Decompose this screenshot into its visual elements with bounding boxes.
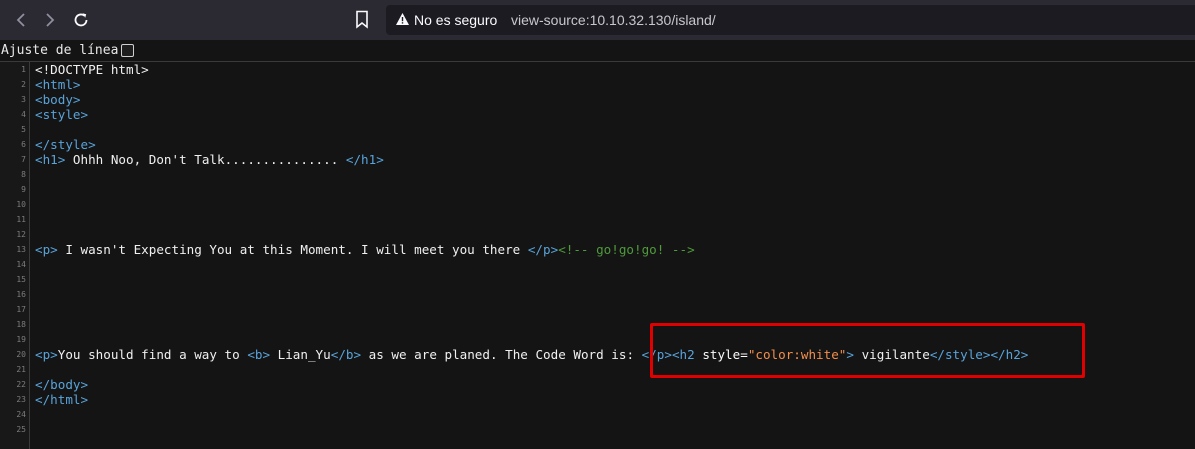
line-number: 14 — [16, 260, 26, 269]
line-number: 20 — [16, 350, 26, 359]
line-number: 4 — [21, 110, 26, 119]
source-line-4: <style> — [35, 107, 88, 122]
p-text: You should find a way to — [57, 347, 248, 362]
source-line-1: <!DOCTYPE html> — [35, 62, 149, 77]
p-open-tag: <p> — [35, 347, 58, 362]
browser-toolbar: No es seguro view-source:10.10.32.130/is… — [0, 0, 1195, 40]
line-number: 9 — [21, 185, 26, 194]
line-number: 1 — [21, 65, 26, 74]
p-text: I wasn't Expecting You at this Moment. I… — [57, 242, 528, 257]
line-number: 22 — [16, 380, 26, 389]
source-line-13: <p> I wasn't Expecting You at this Momen… — [35, 242, 695, 257]
forward-arrow-icon — [46, 13, 55, 27]
source-line-7: <h1> Ohhh Noo, Don't Talk...............… — [35, 152, 384, 167]
source-line-6: </style> — [35, 137, 96, 152]
style-open-tag: <style> — [35, 107, 89, 122]
line-number: 12 — [16, 230, 26, 239]
line-number: 10 — [16, 200, 26, 209]
source-line-2: <html> — [35, 77, 81, 92]
line-number: 16 — [16, 290, 26, 299]
p-text: as we are planed. The Code Word is: — [361, 347, 642, 362]
security-status[interactable]: No es seguro — [414, 12, 497, 28]
line-number: 19 — [16, 335, 26, 344]
style-close-tag: </style> — [35, 137, 96, 152]
back-button[interactable] — [7, 6, 35, 34]
line-number: 23 — [16, 395, 26, 404]
line-wrap-bar: Ajuste de línea — [0, 40, 1195, 62]
b-open-tag: <b> — [247, 347, 271, 362]
highlight-box — [650, 323, 1085, 378]
bookmark-button[interactable] — [355, 10, 369, 34]
body-close-tag: </body> — [35, 377, 89, 392]
reload-icon — [74, 13, 88, 27]
forward-button[interactable] — [36, 6, 64, 34]
html-comment: <!-- go!go!go! --> — [558, 242, 695, 257]
line-number: 21 — [16, 365, 26, 374]
source-line-3: <body> — [35, 92, 81, 107]
line-wrap-label: Ajuste de línea — [1, 43, 119, 58]
back-arrow-icon — [16, 13, 25, 27]
h1-close-tag: </h1> — [345, 152, 384, 167]
b-close-tag: </b> — [330, 347, 362, 362]
line-number: 6 — [21, 140, 26, 149]
line-number: 18 — [16, 320, 26, 329]
html-open-tag: <html> — [35, 77, 81, 92]
source-line-22: </body> — [35, 377, 88, 392]
doctype: <!DOCTYPE html> — [35, 62, 149, 77]
line-number: 24 — [16, 410, 26, 419]
source-line-23: </html> — [35, 392, 88, 407]
line-number: 2 — [21, 80, 26, 89]
line-number-gutter: 1 2 3 4 5 6 7 8 9 10 11 12 13 14 15 16 1… — [0, 62, 30, 449]
line-number: 25 — [16, 425, 26, 434]
line-wrap-checkbox[interactable] — [121, 44, 134, 57]
url-bar[interactable]: No es seguro view-source:10.10.32.130/is… — [386, 5, 1195, 35]
h1-text: Ohhh Noo, Don't Talk............... — [65, 152, 346, 167]
line-number: 15 — [16, 275, 26, 284]
p-close-tag: </p> — [527, 242, 559, 257]
h1-open-tag: <h1> — [35, 152, 66, 167]
html-close-tag: </html> — [35, 392, 89, 407]
line-number: 7 — [21, 155, 26, 164]
line-number: 17 — [16, 305, 26, 314]
line-number: 3 — [21, 95, 26, 104]
reload-button[interactable] — [67, 6, 95, 34]
bookmark-icon — [356, 10, 368, 29]
line-number: 11 — [16, 215, 26, 224]
line-number: 13 — [16, 245, 26, 254]
bold-text: Lian_Yu — [270, 347, 331, 362]
url-text[interactable]: view-source:10.10.32.130/island/ — [511, 12, 716, 28]
body-open-tag: <body> — [35, 92, 81, 107]
warning-icon[interactable] — [395, 12, 410, 31]
line-number: 8 — [21, 170, 26, 179]
p-open-tag: <p> — [35, 242, 58, 257]
line-number: 5 — [21, 125, 26, 134]
